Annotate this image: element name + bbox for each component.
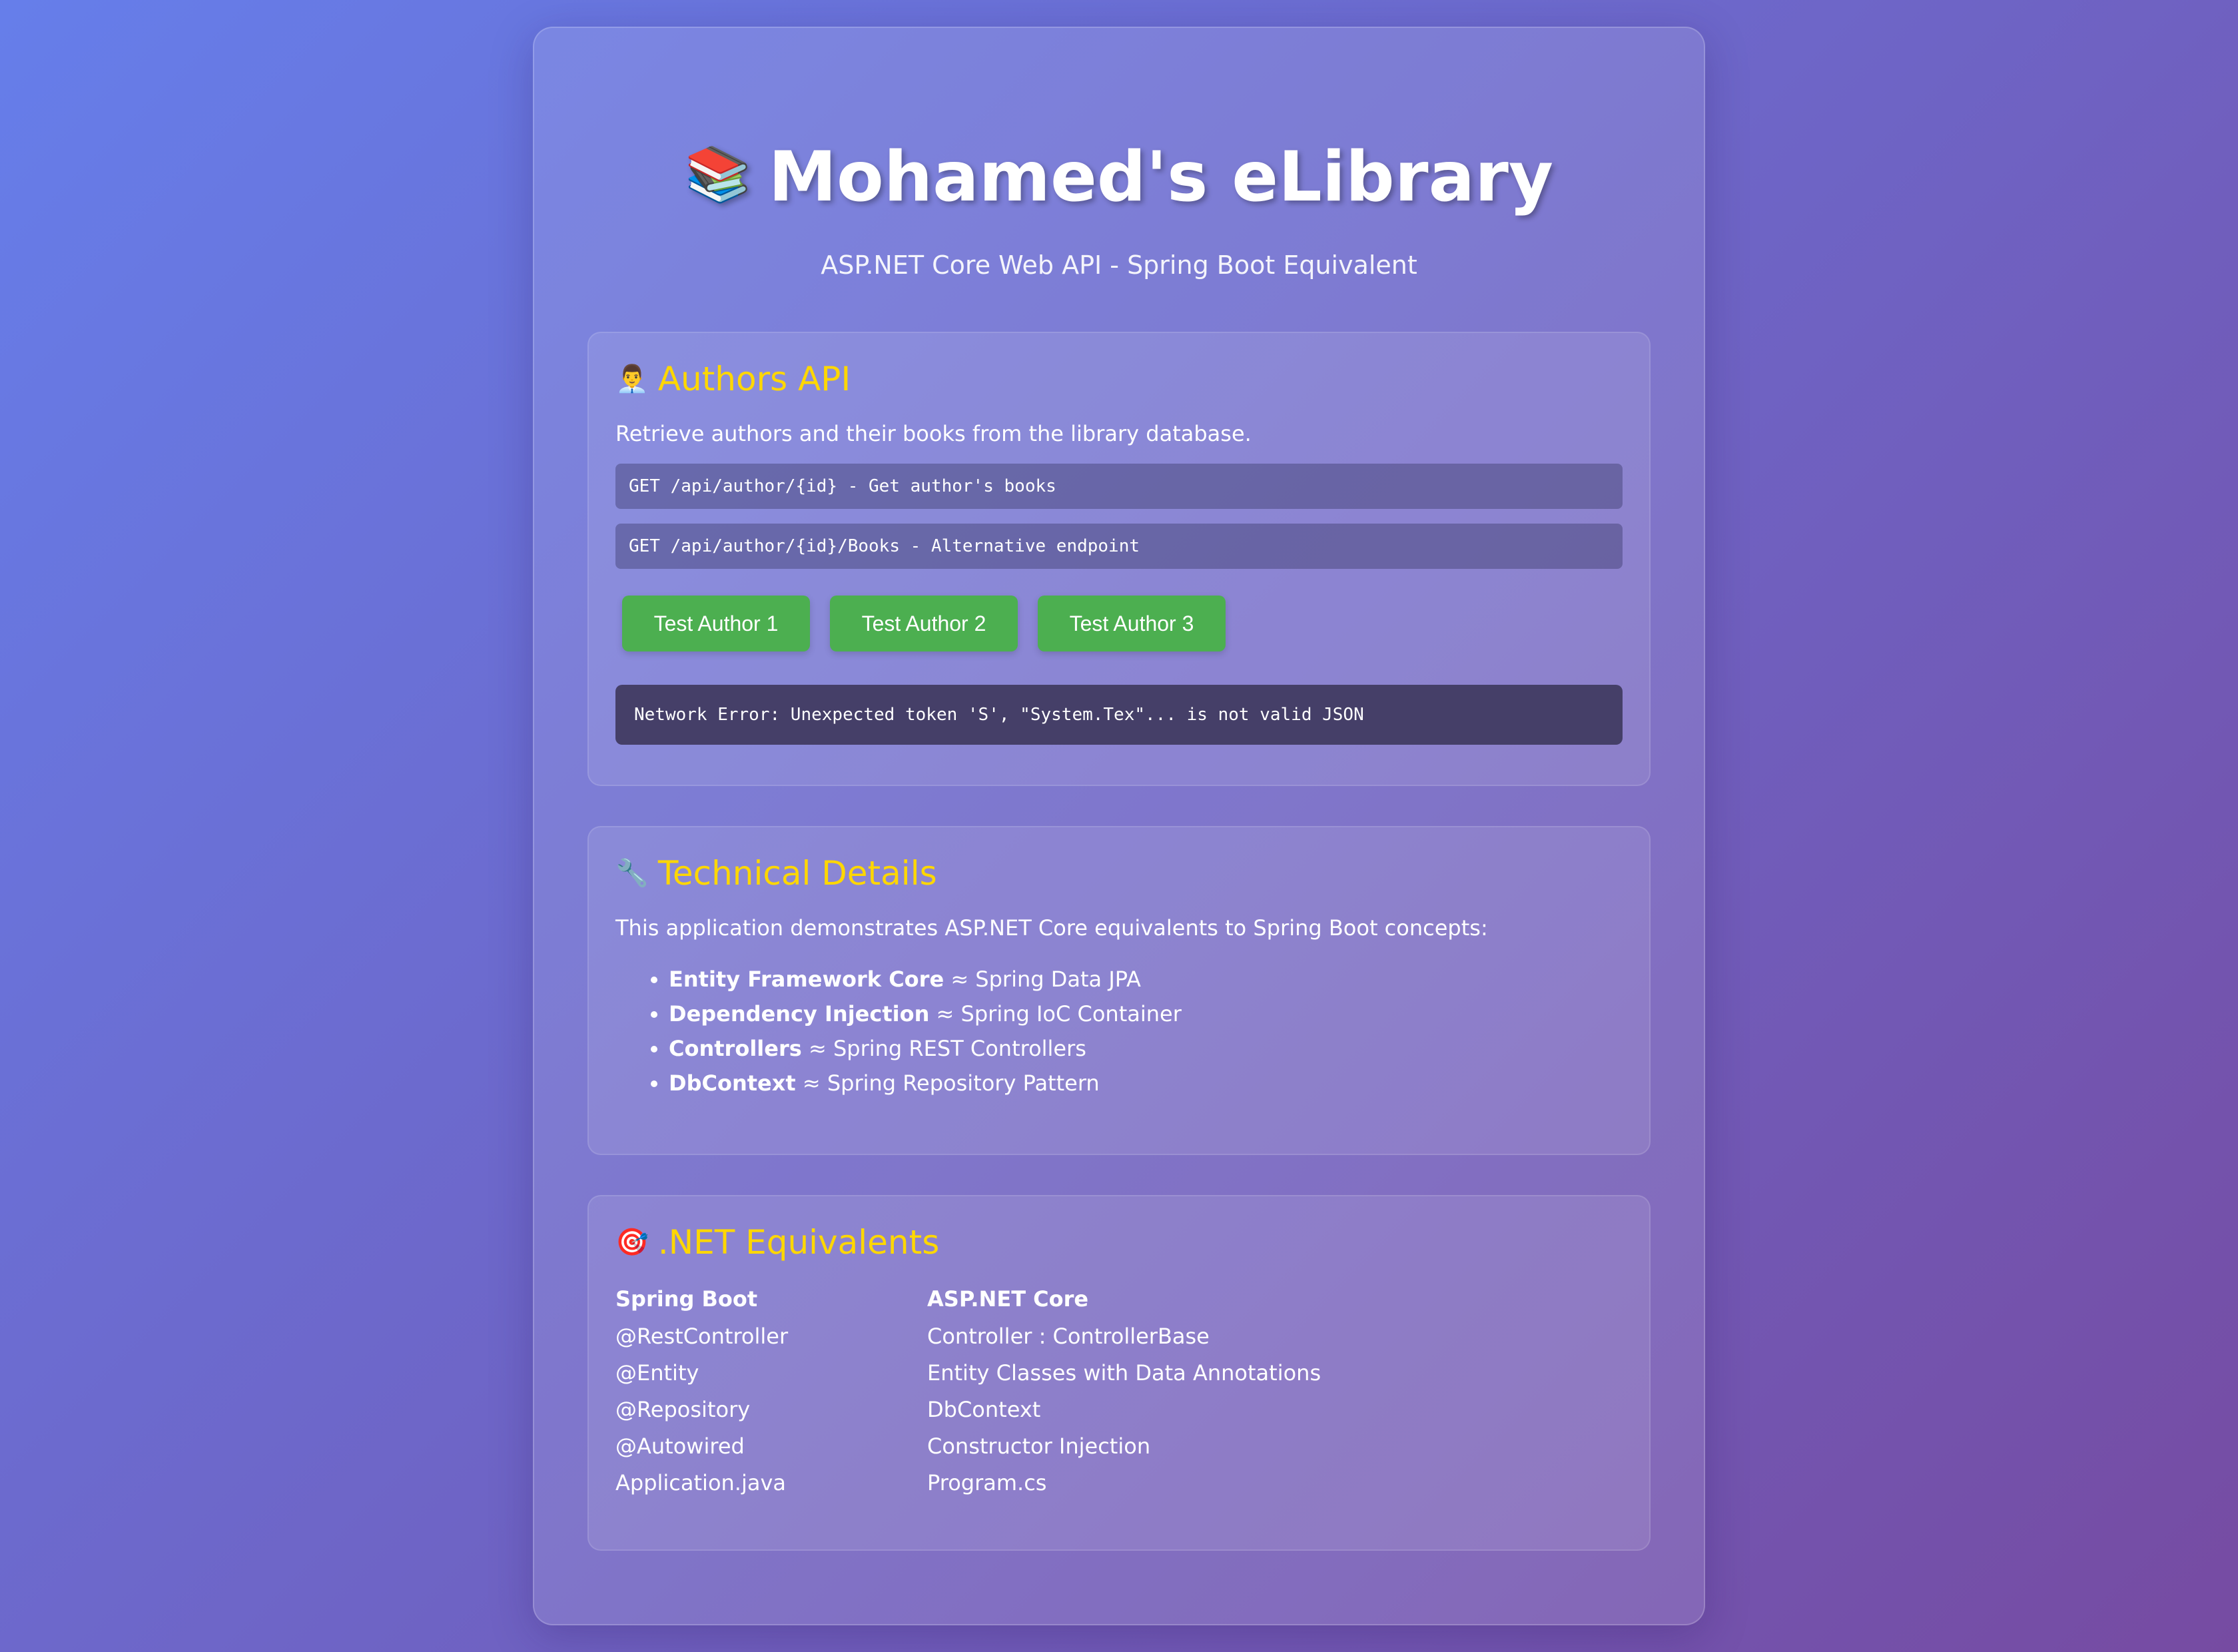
- table-row: Application.java Program.cs: [615, 1464, 1321, 1501]
- page-title-text: Mohamed's eLibrary: [768, 137, 1554, 217]
- net-equivalents-card: 🎯 .NET Equivalents Spring Boot ASP.NET Co…: [587, 1195, 1651, 1551]
- net-equivalents-heading: 🎯 .NET Equivalents: [615, 1220, 1623, 1264]
- column-header-spring-boot: Spring Boot: [615, 1286, 758, 1312]
- test-author-2-button[interactable]: Test Author 2: [830, 596, 1018, 651]
- feature-term: DbContext: [669, 1070, 796, 1096]
- feature-equivalent: ≈ Spring Data JPA: [944, 967, 1141, 992]
- technical-details-title: Technical Details: [657, 854, 937, 893]
- authors-api-description: Retrieve authors and their books from th…: [615, 421, 1252, 446]
- list-item: Entity Framework Core ≈ Spring Data JPA: [669, 962, 1623, 997]
- test-buttons: Test Author 1 Test Author 2 Test Author …: [615, 596, 1623, 651]
- aspnet-core-cell: Constructor Injection: [927, 1433, 1151, 1459]
- net-equivalents-title: .NET Equivalents: [657, 1223, 940, 1262]
- feature-term: Dependency Injection: [669, 1001, 930, 1027]
- aspnet-core-cell: Controller : ControllerBase: [927, 1323, 1210, 1349]
- aspnet-core-cell: DbContext: [927, 1396, 1041, 1422]
- main-container: 📚 Mohamed's eLibrary ASP.NET Core Web API…: [533, 27, 1705, 1625]
- table-row: @Autowired Constructor Injection: [615, 1428, 1321, 1464]
- feature-term: Entity Framework Core: [669, 967, 944, 992]
- endpoint-get-author-books: GET /api/author/{id} - Get author's book…: [615, 464, 1623, 509]
- aspnet-core-cell: Entity Classes with Data Annotations: [927, 1360, 1321, 1386]
- technical-details-description: This application demonstrates ASP.NET Co…: [615, 915, 1488, 941]
- page-title: 📚 Mohamed's eLibrary: [587, 128, 1651, 224]
- spring-boot-cell: @Repository: [615, 1396, 751, 1422]
- api-result-output: Network Error: Unexpected token 'S', "Sy…: [615, 685, 1623, 745]
- aspnet-core-cell: Program.cs: [927, 1469, 1047, 1495]
- authors-api-card: 👨‍💼 Authors API Retrieve authors and thei…: [587, 332, 1651, 786]
- feature-term: Controllers: [669, 1036, 802, 1061]
- wrench-icon: 🔧: [615, 858, 649, 889]
- books-icon: 📚: [684, 143, 751, 205]
- equivalents-table: Spring Boot ASP.NET Core @RestController…: [615, 1280, 1321, 1501]
- list-item: DbContext ≈ Spring Repository Pattern: [669, 1066, 1623, 1100]
- endpoint-get-author-books-alt: GET /api/author/{id}/Books - Alternative…: [615, 524, 1623, 569]
- test-author-3-button[interactable]: Test Author 3: [1038, 596, 1226, 651]
- page-subtitle: ASP.NET Core Web API - Spring Boot Equiv…: [821, 250, 1417, 280]
- table-header-row: Spring Boot ASP.NET Core: [615, 1280, 1321, 1318]
- feature-equivalent: ≈ Spring Repository Pattern: [795, 1070, 1100, 1096]
- target-icon: 🎯: [615, 1227, 649, 1258]
- feature-equivalent: ≈ Spring IoC Container: [929, 1001, 1182, 1027]
- table-row: @RestController Controller : ControllerB…: [615, 1318, 1321, 1354]
- feature-list: Entity Framework Core ≈ Spring Data JPA …: [615, 962, 1623, 1100]
- table-row: @Entity Entity Classes with Data Annotat…: [615, 1354, 1321, 1391]
- spring-boot-cell: @Autowired: [615, 1433, 745, 1459]
- authors-api-heading: 👨‍💼 Authors API: [615, 357, 1623, 401]
- authors-api-title: Authors API: [657, 360, 851, 398]
- table-row: @Repository DbContext: [615, 1391, 1321, 1428]
- spring-boot-cell: Application.java: [615, 1469, 787, 1495]
- technical-details-card: 🔧 Technical Details This application demo…: [587, 826, 1651, 1155]
- spring-boot-cell: @RestController: [615, 1323, 789, 1349]
- test-author-1-button[interactable]: Test Author 1: [622, 596, 810, 651]
- column-header-aspnet-core: ASP.NET Core: [927, 1286, 1089, 1312]
- list-item: Controllers ≈ Spring REST Controllers: [669, 1031, 1623, 1066]
- list-item: Dependency Injection ≈ Spring IoC Contai…: [669, 997, 1623, 1031]
- feature-equivalent: ≈ Spring REST Controllers: [801, 1036, 1086, 1061]
- spring-boot-cell: @Entity: [615, 1360, 699, 1386]
- person-icon: 👨‍💼: [615, 364, 649, 394]
- technical-details-heading: 🔧 Technical Details: [615, 851, 1623, 895]
